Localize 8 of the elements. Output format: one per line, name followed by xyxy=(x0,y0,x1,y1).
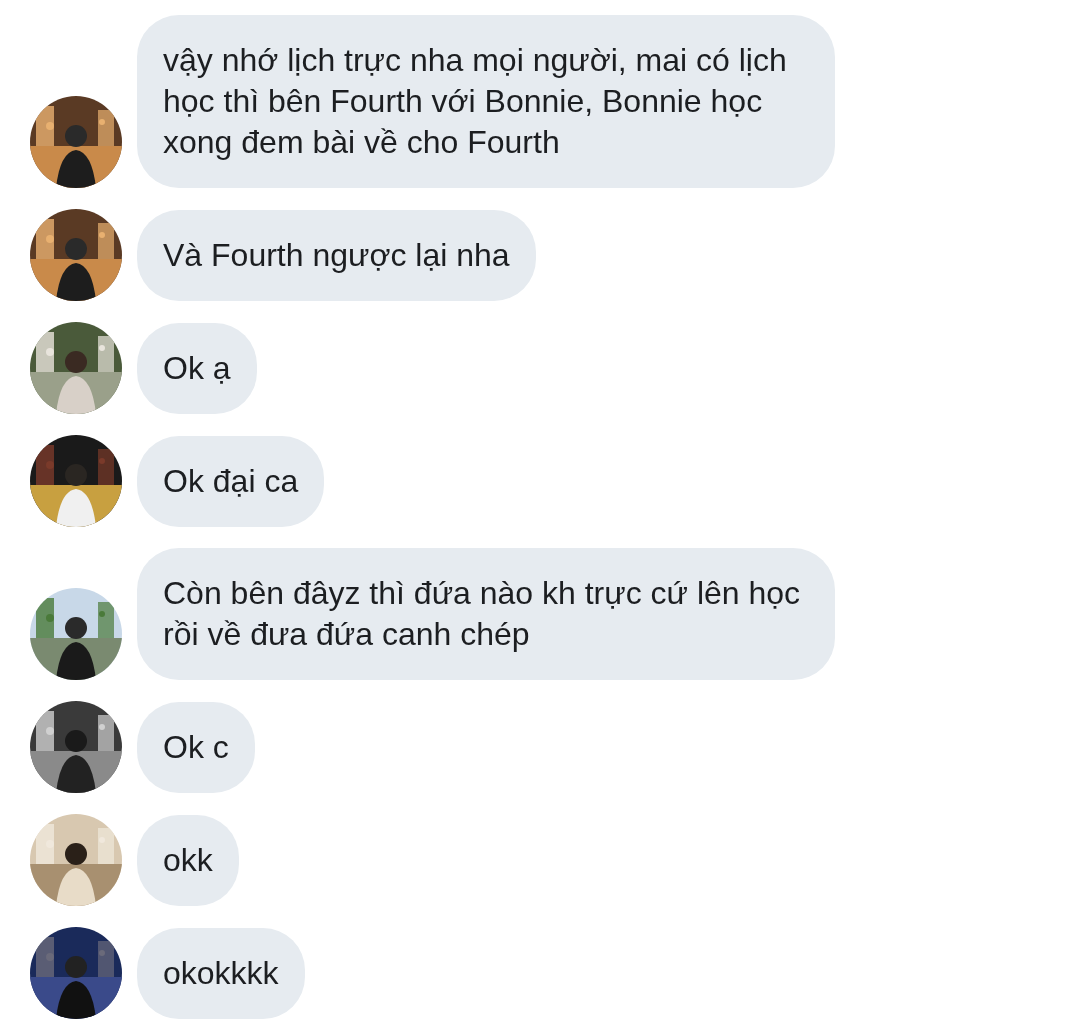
message-bubble: Và Fourth ngược lại nha xyxy=(137,210,536,301)
message-bubble: Ok ạ xyxy=(137,323,257,414)
message-bubble: okokkkk xyxy=(137,928,305,1019)
message-bubble: okk xyxy=(137,815,239,906)
message-bubble: Còn bên đâyz thì đứa nào kh trực cứ lên học rồi về đưa đứa canh chép xyxy=(137,548,835,680)
message-bubble: Ok c xyxy=(137,702,255,793)
message-bubble: Ok đại ca xyxy=(137,436,325,527)
message-bubble: vậy nhớ lịch trực nha mọi người, mai có lịch học thì bên Fourth với Bonnie, Bonnie học xong đem bài về cho Fourth xyxy=(137,15,835,188)
